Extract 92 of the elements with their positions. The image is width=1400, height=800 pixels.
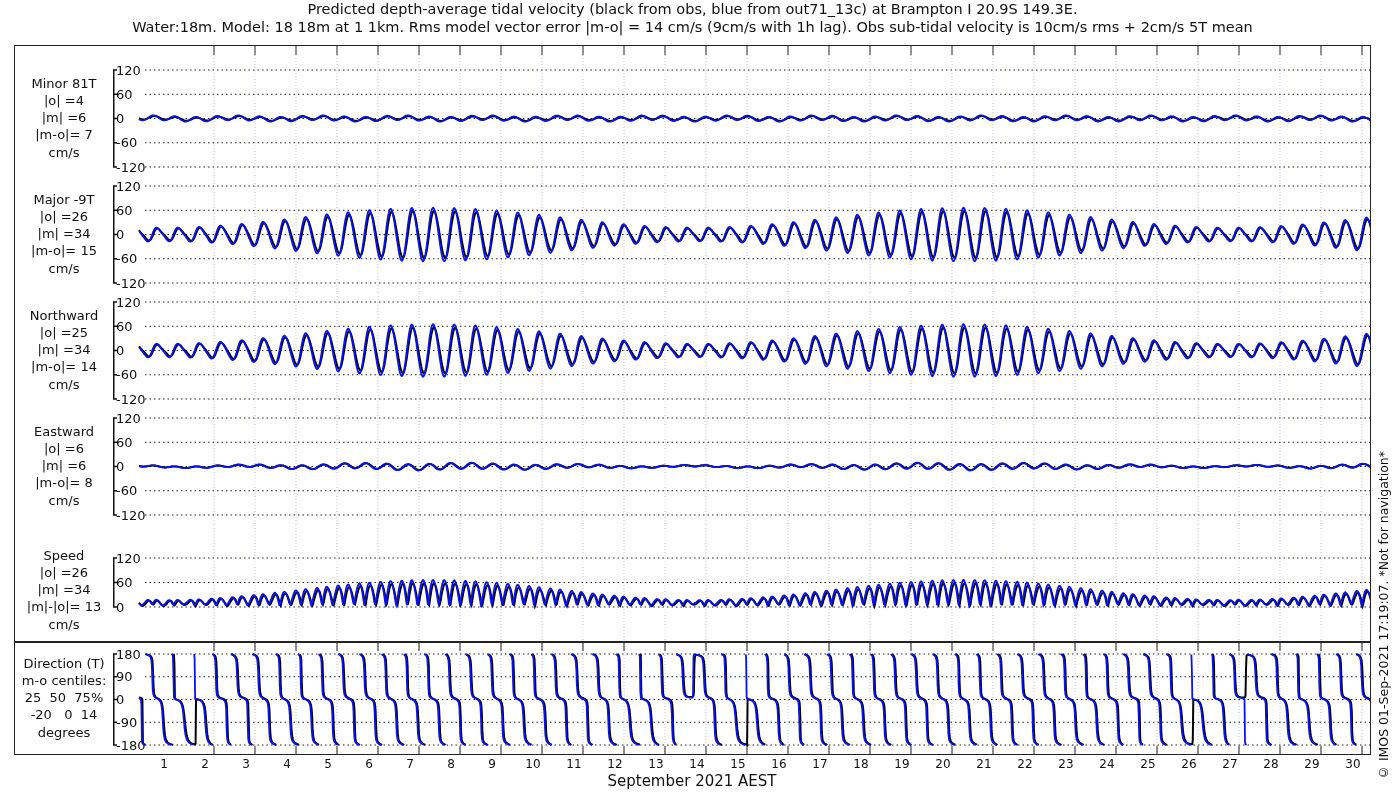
axis-tick-label: -90 [116,714,138,730]
stat-text: |o| =25 [39,323,89,342]
day-label: 21 [976,756,992,771]
axis-tick-label: 0 [116,110,125,126]
credit-text: © IMOS 01-Sep-2021 17:19:07. *Not for navigation* [1376,450,1391,780]
stat-text: |m| =6 [41,457,87,475]
day-label: 27 [1222,756,1238,771]
axis-tick-label: 60 [116,318,133,334]
stat-text: cm/s [48,259,80,277]
day-label: 22 [1017,756,1033,771]
axis-tick-label: 120 [116,178,141,193]
panel-label: Speed [43,546,85,564]
panel-label: Major -9T [33,190,95,208]
stat-text: m-o centiles: [21,671,107,690]
day-label: 20 [935,756,951,771]
day-label: 25 [1140,756,1156,771]
panel-label: Direction (T) [23,654,105,672]
axis-tick-label: 60 [116,86,133,102]
stat-text: |m|-|o|= 13 [26,598,102,616]
panel-label: Northward [29,306,99,324]
day-label: 8 [447,756,455,771]
x-axis-title: September 2021 AEST [607,771,777,790]
axis-tick-label: -120 [116,275,146,290]
axis-tick-label: 120 [116,550,141,565]
day-label: 19 [894,756,910,771]
axis-tick-label: -60 [116,366,138,382]
stat-text: |m-o|= 14 [31,358,97,376]
day-label: 6 [365,756,373,771]
axis-tick-label: -60 [116,250,138,266]
stat-text: |m-o|= 7 [35,126,93,144]
axis-tick-label: 120 [116,294,141,309]
chart-title: Predicted depth-average tidal velocity (black from obs, blue from out71_13c) at Brampton I 20.9S 149.3E. [307,0,1078,18]
day-label: 4 [283,756,291,771]
day-label: 28 [1263,756,1279,771]
stat-text: |o| =6 [44,439,84,458]
stat-text: |m| =34 [37,341,91,359]
axis-tick-label: 0 [116,599,125,614]
panel-label: Minor 81T [31,74,97,92]
axis-tick-label: 120 [116,62,141,77]
day-label: 7 [406,756,414,771]
stat-text: |o| =26 [39,207,89,226]
day-label: 13 [648,756,664,771]
stat-text: |m| =6 [41,109,87,127]
stat-text: cm/s [48,491,80,509]
day-label: 23 [1058,756,1074,771]
axis-tick-label: 60 [116,574,133,590]
axis-tick-label: 180 [116,646,141,661]
stat-text: cm/s [48,375,80,393]
axis-tick-label: 0 [116,458,125,474]
day-label: 10 [525,756,541,771]
day-label: 5 [324,756,332,771]
day-label: 24 [1099,756,1115,771]
day-label: 29 [1304,756,1320,771]
stat-text: |m| =34 [37,581,91,599]
axis-tick-label: -120 [116,391,146,406]
day-label: 26 [1181,756,1197,771]
stat-text: cm/s [48,615,80,633]
stat-text: |m| =34 [37,225,91,243]
axis-tick-label: 60 [116,434,133,450]
stat-text: |o| =4 [44,91,84,110]
day-label: 9 [488,756,496,771]
axis-tick-label: 90 [116,668,133,684]
axis-tick-label: -120 [116,159,146,174]
stat-text: |o| =26 [39,563,89,582]
stat-text: 25 50 75% [24,689,104,707]
axis-tick-label: 0 [116,226,125,242]
axis-tick-label: -60 [116,482,138,498]
stat-text: |m-o|= 8 [35,474,93,492]
axis-tick-label: -60 [116,134,138,150]
day-label: 12 [607,756,623,771]
stat-text: degrees [37,723,91,741]
axis-tick-label: 0 [116,342,125,358]
stat-text: -20 0 14 [30,706,98,724]
day-label: 18 [853,756,869,771]
panel-label: Eastward [34,422,94,440]
stat-text: cm/s [48,143,80,161]
axis-tick-label: 120 [116,410,141,425]
axis-tick-label: 60 [116,202,133,218]
day-label: 3 [242,756,250,771]
day-label: 30 [1345,756,1361,771]
day-label: 17 [812,756,828,771]
day-label: 2 [201,756,209,771]
y-axis [113,556,118,608]
axis-tick-label: -120 [116,507,146,522]
chart-subtitle: Water:18m. Model: 18 18m at 1 1km. Rms model vector error |m-o| = 14 cm/s (9cm/s with 1h lag). Obs sub-tidal velocity is 10cm/s rms + 2cm/s 5T mean [132,18,1253,36]
day-label: 11 [566,756,582,771]
stat-text: |m-o|= 15 [31,242,97,260]
day-label: 16 [771,756,787,771]
day-label: 15 [730,756,746,771]
day-label: 1 [160,756,168,771]
axis-tick-label: 0 [116,691,125,707]
day-label: 14 [689,756,705,771]
